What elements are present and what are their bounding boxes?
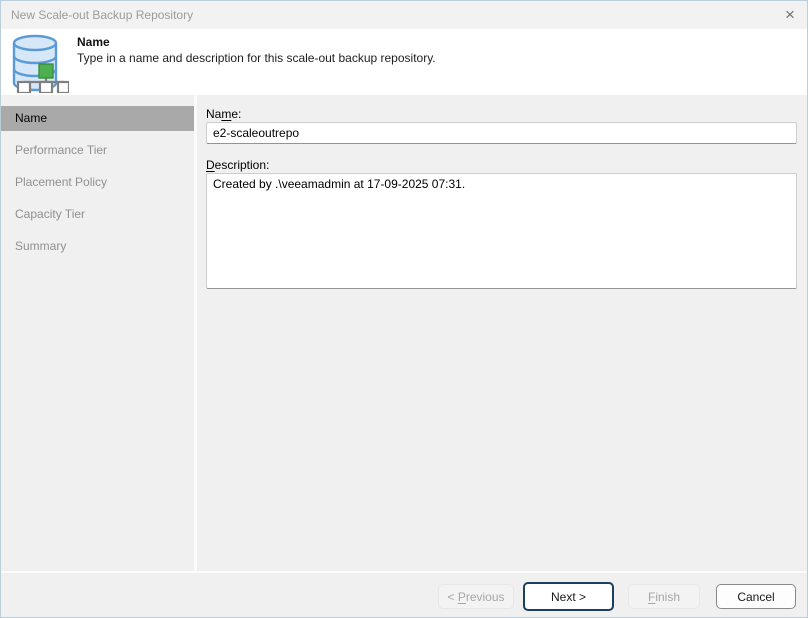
next-button[interactable]: Next > bbox=[523, 582, 614, 611]
title-bar: New Scale-out Backup Repository × bbox=[1, 1, 807, 29]
description-input[interactable]: Created by .\veeamadmin at 17-09-2025 07… bbox=[206, 173, 797, 289]
scale-out-repository-icon bbox=[9, 33, 69, 93]
footer-bar: < Previous Next > Finish Cancel bbox=[1, 573, 807, 618]
sidebar-item-capacity-tier[interactable]: Capacity Tier bbox=[1, 202, 194, 227]
cancel-button[interactable]: Cancel bbox=[716, 584, 796, 609]
close-button[interactable]: × bbox=[773, 2, 807, 28]
step-subtitle: Type in a name and description for this … bbox=[77, 51, 436, 65]
finish-button[interactable]: Finish bbox=[628, 584, 700, 609]
wizard-steps-sidebar: Name Performance Tier Placement Policy C… bbox=[1, 95, 194, 571]
description-label: Description: bbox=[206, 158, 269, 172]
sidebar-divider bbox=[194, 95, 197, 571]
wizard-dialog: New Scale-out Backup Repository × Name T… bbox=[0, 0, 808, 618]
wizard-header: Name Type in a name and description for … bbox=[1, 29, 807, 95]
window-title: New Scale-out Backup Repository bbox=[1, 8, 773, 22]
name-label: Name: bbox=[206, 107, 241, 121]
sidebar-item-name[interactable]: Name bbox=[1, 106, 194, 131]
name-input[interactable] bbox=[206, 122, 797, 144]
close-icon: × bbox=[785, 5, 795, 24]
sidebar-item-performance-tier[interactable]: Performance Tier bbox=[1, 138, 194, 163]
previous-button[interactable]: < Previous bbox=[438, 584, 514, 609]
sidebar-item-placement-policy[interactable]: Placement Policy bbox=[1, 170, 194, 195]
step-title: Name bbox=[77, 35, 436, 49]
sidebar-item-summary[interactable]: Summary bbox=[1, 234, 194, 259]
